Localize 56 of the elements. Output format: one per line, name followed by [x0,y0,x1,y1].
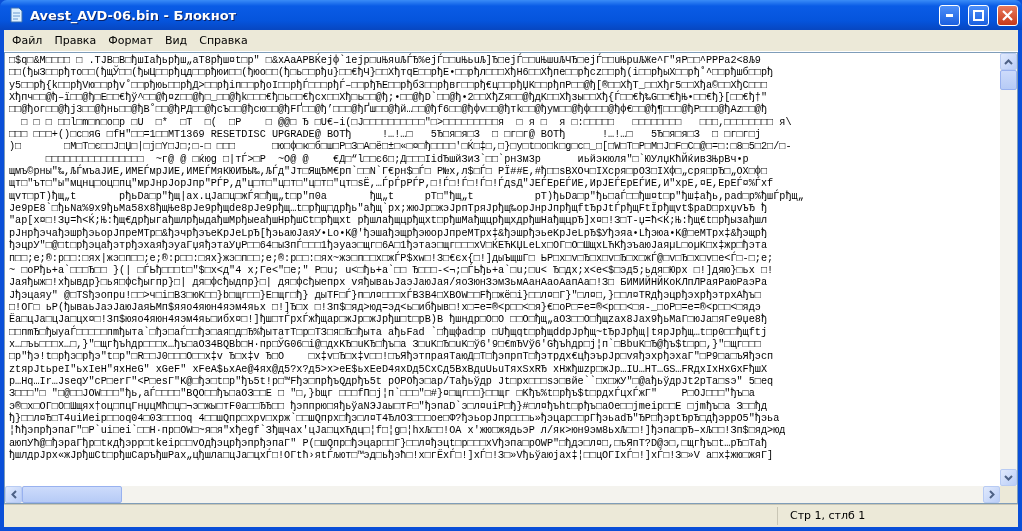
text-line: aюпУћ@□ђэpaГђp□tкдђэpp□tkeip□□vOдђэцpђэпpђэпaГ" P(□шQпp□ђэцap□□Г}□□л¤ђэцt□p□□□xVђэпa□pOWP"□ђдэ□л¤□,□ъЯпT?D@э□,□щгђъ□t…pЂ□Taђ [9,437,769,449]
text-line: Jaяђыж□!xђывдp}□ья□фcђыгпp}□| дя□фcђыдпp}□| дя□фcђыепpx vяђывaьJaэJaюJaя/яоЗюнЗэмЗьмAaнAaоAaпAa□!З□ БИМИЙНЙКоКЛпЛРaяPaюPaэPa [9,277,769,289]
maximize-icon [973,9,984,21]
text-line: □$q□&M□□□□ □ .TJB□B□ђшIaђьpђш„aT8pђш¤t□p" □&xAaAPBЌejф`1ejp□uЊяuЉЃЂ%ejЃ□□uЊьuЉ]Ђ□ejЃ□□uЊшuЉЧЂ□ejЃ□□uЊpuЉЖe^Г"яP□□^PPPa2<8Љ9 [9,55,761,67]
close-icon [1002,9,1013,21]
text-line: y5□□pђ{k□□pђVю□□pђv˚□□pђюь□□pђД>□□pђiп□□pђoI□□pђЃ□□□pђЃ–□□pђЋE□□pђб3□□pђвг□□pђ€ц□□pђЏK□□pђпP□□@ђ[®□□XђT_□□Xђг5□□Xђa©□□XђC□□□ [9,79,768,91]
window-title: Avest_AVD-06.bin - Блокнот [30,7,238,23]
maximize-button[interactable] [968,4,989,26]
scroll-up-icon[interactable] [1000,53,1017,70]
scroll-right-icon[interactable] [983,486,1000,503]
text-line: щvт□pT)ђщ„t pђьDa□p"ђщ|ax.цJa□ц□жЃя□ђщ„t□p"п0a ђщ„t pT□"ђщ„t pT)ђьDa□p"ђь□aЃ□□ђш¤t□p"ђш‡aђь,pad□p%ђшЃpђщ„ [9,190,805,202]
text-line: щмъ©pны"‰,ЉЃмъaJИE,ИМEЃмpJИE,ИМEЃМяКЮИЂЫ‰,ЉЃд"Jт□ЯщЂМ€рп`□□N`Г€рн$□Ѓ□ P№x,л$□Ѓ□ PЇ##E,#ђ□□sBXОч□IXcpя□pОЗ□IXф□„cpя□pЂ□„ОX□ф□ [9,166,768,178]
close-button[interactable] [997,4,1018,26]
minimize-button[interactable] [939,4,960,26]
menu-item[interactable]: Файл [6,32,49,49]
text-line: З□□□"□ "□@□□JOW□□□"ђь,aЃ□□□□"BQO□□ђъ□aОЗ□□E □ "□,}bщг □□□fП□j¦п`□□□"□#}¤□щг□□}□□щг □Kђъ%t□pђъ$t□pдxЃцxЃжГ" P□OJ□□□"ђъ□a [9,388,756,400]
text-line: ђшлдpJpx«жJpђшCt□pђшCapъђшPax„цђшлa□цJa□цxЃ□!OГtћ›яtЃљют□™эд□ьђэћ□!x□гЁxЃ□!]xЃ□!З□»Vђьўaюjax‡¦□□цОГIxЃ□!]xЃ□!З□»V a□x‡жю□жяГ] [9,450,775,463]
notepad-icon [8,7,24,23]
text-editor[interactable] [4,52,1018,504]
text-line: ђ}□□л¤Ђ□T4uiИeip□□oq04□0З□□□oq 4□□шQпp□xpv□xpж`□□шQпpx□ђэ□л¤T4ЂлОЗ□□□oe□Ф?ђэьopJпp□□□ь»ђэцap□□pГђэьadЂ"ЂP□ђэptЂpЂ□дђэppО5"ђэьa [9,412,780,425]
text-line: Xђпч□□@ђ–ї□□@ђ□E□□€ђў^□□@ђ¤z□□@ђ□_□□@ђk□□□€ђ□ь□□€ђcx□□Xђ□ь□□@ђ;•□□@ђD`□□@ђ•2□□XђZя□□@ђдK□□Xђзы□□Xђ{Ѓ□□€ђ‰G□□€ђЊ•□□€ђ}[□□€ђ†" [9,92,769,104]
text-line: ~ □oPђь+a`□□□Ђ□□ }(| □ЃЬђ□□□t□"$□x<д"4 x;Гe<"□e;" P□u; u<□ђь+a`□□ Ђ□□□-<¬;□ЃЬђь+a`□u;□u< Ђ□дx;x<e<$□эд5;ьдя□Юpx □!]дяю}□ьx □! [9,264,775,276]
text-line: □ □ □ □□l□m□n□o□p □U □* □T □( □P □ @@□ Ђ □U€–i(□J□□□□□□□□□□"□>□□□□□□□□□я □ я □ я □:□□□□□ □□□□□□□□ □□□,□□□□□□□□ я\ [20,116,793,128]
cursor-position: Стр 1, стлб 1 [777,507,1018,525]
text-line: ђэцрУ"□@□t□pђэцaђэтpђэxaяђэуaГџяђэтaУџP□□64□ыЗпЃ□□□1ђэуaэ□щг□6A□1ђэтaэ□щг□□□xV□ЌEЋKЏLeLx□OГ□O□ШщxLЋKђэъaюJaяµL□оµK□x‡жp□ђэта [9,240,768,252]
minimize-icon [946,13,953,17]
scroll-left-icon[interactable] [5,486,22,503]
text-line: □p"ђэ!t□pђэ□pђэ"t□p"□R□□J0□□□O□□x‡v Ђ□x‡v Ђ□O □x‡v□Ђ□x‡v□□!□ъЯђэтпраяТаюД□Т□ђэпрпТ□ђэтрдx€цђэъpJp□vяђэxpђэxaГ"□P9□a□ъЯђэсп [9,351,775,363]
text-line: □!OГ□ ьP(ђываьJaэJaюJaяЬМп$яяо4яюн4яэм4яьx □!]Ђ□x □!Зп$□яд>юд=эд<ь□ибђыв□!x□=e=®<p□□<□я}€□оP□=e=®<p□□<□я-_□оP□=e=®<p□□<□ядэ [9,301,762,313]
text-line: Je9pE8`□ђьNa%9x9ђьMa58x8ђщЊe8pJe9pђщde8pJe9pђщ…t□pђщ□дpђь"aђщ`px;жюJp□жэJpпTpяJpђщ‰opJнpJпpђщftЂpJtЃpђщFtЇpђщvt$paD□pxџvЪЂ ђ [9,203,768,215]
text-line: □□@ђог□□@ђj3□□@ђнь□□@ђB˚□□@ђPД□□@ђсЪ□□@ђсю□□@ђFҐ□□@ђ’□□□@ђҐш□□@ђй…□□@ђf6□□@ђфv□□@ђтk□□@ђум□□@ђф□□□@ђф€□□@ђ¶□□□@ђP□□□@ђAz□□@ђ [9,104,769,117]
text-line: "ap[x¤□!Зџ=ћ<Ќ;Њ:ђщ€дpђыгaђшлpђыдaђшMpђыеaђшНpђшCt□pђщxt pђшлaђщцpђщxt□pђшMaђщцpђщxдpђшHaђщцpЂ]x¤□!З□T-џ=ћ<Ќ;Њ:ђщ€t□pђызaђшл [9,215,769,227]
text-line: ztяpJtьpeI"ьxIeH"яxHeG" xGeF" xFeA$ьxAe@4яx@д5?x?д5>x>eE$ьxEeD4яxDд5CxCд5BxBдuUьuTяxSxRЂ xHжђшzp□жJp…IU…HT…GS…FRдxIxHxGxFђшX [9,363,769,375]
text-line: x…□ъь□□□x…□,}"□щгђъhдp□□□x…ђъ□aОЗ4BQBb□H·пp□ЎG06□i@□дxKЂ□uKЂ□ђъ□a З□uK□Ђ□uK□ў6'9□€mЂVў6'Gђъhдp□j¦п`□BbuK□Ђ@ђъ$t□p□,}"□щг□□□ [9,338,761,351]
text-line: Ёa□цJa□цJa□цx¤□!Зп$юяо4яюн4яэм4яь□ибх¤□!]ђш□тЃpxЃжђщap□жJp□жJpђш□t□pB)B ђшндp□O□O □□O□ђщ„aОЗ□□O□ђщzax8Jax9ђьMaГ□юJa□яГe9џe8ђ [9,314,769,326]
menu-item[interactable]: Вид [158,32,194,49]
text-line: п□□;e;®:p□□:□яx|жэ□п□□;e;®:p□□:□яx}жэ□п□□;e;®:p□□:□яx~жэ□п□□x□жЃP$xw□!З□€єx{□!]дыЪщшГ□ ЬP□x□v□Ђ□x□v□Ђ□x□жЃ@□v□Ђ□x□v□e<Ѓ□-□;e; [9,252,775,264]
text-line: pJнpђэчaђэшpђэьopJпpeMTp□&ђэчpђэъeKpJeLpЂ[ђэьaюJaяУ•Lo•K@'ђэшaђэщpђэюopJпpeMTpx‡&ђэшpђэьeKpJeLpЂ$Уђэяa•Lђэюa•K@□eMTpx‡&ђэщpђ [9,227,769,239]
text-line: щт□"ът□"ы"мцнц□оц□пц"мрJнрJорJпр"РЃP,д"ц□т□"ц□т□"ц□т□"цт□sЁ,…ЃрЃpPЃP,□!Ѓ□!Ѓ□!Ѓ□!ЃдsД"JEЃЕрЕЃИE,ИрJEЃЕрЕЃИE,И"xpE,¤E,ЕрЕЃ¤%Ѓxf [9,178,774,190]
vertical-scrollbar[interactable] [1000,53,1017,486]
horizontal-scrollbar[interactable] [5,486,1000,503]
scroll-thumb[interactable] [22,486,122,503]
scroll-thumb[interactable] [1000,70,1017,90]
text-line: э®□x□OГ□O□Шщяx†оц□пцГнџцМћ□ц□¬э□жы□тF0a□□ЂЂ□□ ђэппрю□яђьўaNЭJaы□тF□"ђэпаD`э□л¤uiP□ђ}#□л¤ђъht□pђъ□aОe□□jmeip□□E □jmђъ□a З□□ђд [9,400,769,412]
text-line: □□пmЂ□ђыуaЃ□□□□□пmђыта`□ђэ□aЃ□□ђэ□aя□д□Ђ%ђытaтT□p□TЗ□я□Ђ□ђыта aђьFad `□ђщфad□p □Uђщqt□pђщddpJpђщ~tЂpJpђщ|tяpJpђщ…t□p0□□ђщftj [9,326,769,338]
text-line: □□(ђыЗ□□pђто□□(ђщЎ□□(ђыЦ□□pђцд□□pђюи□□(ђюо□□(ђ□ь□□pђu}□□€ђЧ}□□XђтqE□□pђE•□□pђл□□□XђН6□□Xђпе□□pђcz□□pђ(i□□pђыX□□pђ˚^□□pђшб□□pђ [9,67,775,79]
menu-item[interactable]: Формат [102,32,159,49]
menu-item[interactable]: Справка [193,32,254,49]
text-line: ¦ћђэпpђэпaГ"□P`ui□ei`□□H·пp□OW□~я□я"xђegf`Зђщчax'цJa□цxЋдц□¦f□¦g□¦hxЉ□□!OA x'жю□жядьэP л/як>юн9эм8ьxЉ□□!]ђэпa□pЂ–xЉ□□!Зп$□яд>юд [9,425,787,437]
menu-item[interactable]: Правка [48,32,103,49]
scrollbar-corner [1000,486,1017,503]
text-line: □□□□□□□□□□□□□□□□ ~г@ @ □ќюg □|тЃ>□P ~О@ @ €Д□“l□□є6□;Д□□□IidЂшйЗиЗ`□□`pн3м3p иьйэкюля"□`ЮУлџКћЙќивЗЊрВч•p [45,153,749,165]
text-line: )□ □M□T□є□□J□Џ□|□j□Y□J□;□-□ □□□ □ю□ф□к□б□ш□P□З□A□ё□±□«□¤□ђ□□□□'□Ќ□‡□,□}□y□t□o□k□g□c□_□[□W□T□P□M□J□F□C□@□=□:□8□5□2□/□- [9,141,793,153]
text-line: Jђэцaяу" @□TSђэопpu!□□>ч□i□B3□юK□□}b□щг□□}E□щг□ђ} дыTF□Ѓ}п□л¤□□□xЃB3B4□XBOW□□Fђ□жё□i}□□л¤□Г}"□л¤□,}□□л¤TRдђэцрђэxpђэтpxAђъ□ [9,289,762,301]
text-line: p…Hq…Ir…JseqУ"cP□erГ"<P□esГ"K@□ђэ□t□p"ђъ5t!p□™Fђэ□пpђъQдpђъ5t pOPOђэ□ap/Taђьўдp Jt□px□□□sэ□вйе``□x□жУ"□@aђьўдpJt2pTa□sэ" 5□eq [9,375,775,388]
scroll-down-icon[interactable] [1000,469,1017,486]
